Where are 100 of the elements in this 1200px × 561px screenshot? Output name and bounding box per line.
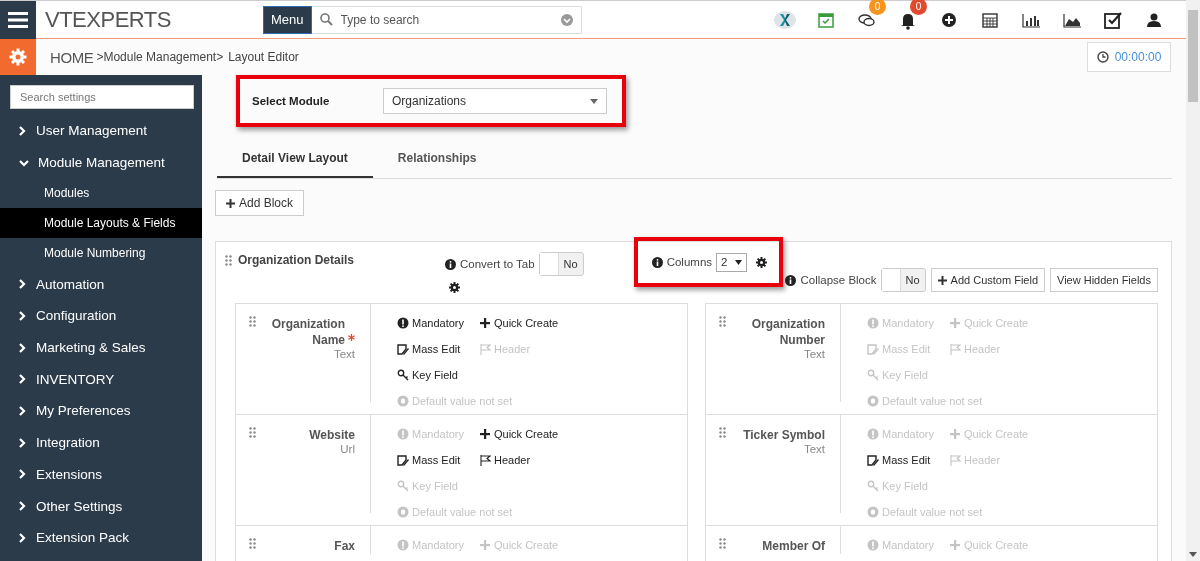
field-option[interactable]: Mass Edit xyxy=(397,336,479,362)
asterisk-icon xyxy=(348,334,355,341)
add-field-button[interactable]: Add Custom Field xyxy=(930,268,1046,292)
breadcrumb-link[interactable]: HOME xyxy=(50,48,94,66)
circle-icon xyxy=(397,395,409,407)
breadcrumb-current: Layout Editor xyxy=(228,50,299,64)
hidden-fields-button[interactable]: View Hidden Fields xyxy=(1050,268,1158,292)
settings-icon[interactable] xyxy=(756,256,768,268)
search-bar[interactable]: Type to search xyxy=(311,5,582,34)
sidebar-item[interactable]: Extension Pack xyxy=(0,521,202,554)
menu-icon xyxy=(8,12,28,28)
settings-icon xyxy=(9,48,27,66)
drag-handle-icon[interactable] xyxy=(249,538,256,549)
plus-icon xyxy=(949,539,961,551)
columns-dropdown[interactable]: 2 xyxy=(716,252,748,272)
timer-button[interactable]: 00:00:00 xyxy=(1087,42,1171,72)
tab[interactable]: Detail View Layout xyxy=(217,140,373,178)
circle-icon xyxy=(397,506,409,518)
field-option[interactable]: Quick Create xyxy=(479,310,609,336)
flag-icon xyxy=(479,343,491,355)
sidebar-item[interactable]: INVENTORY xyxy=(0,363,202,396)
clock-icon xyxy=(1096,51,1109,63)
sidebar-subitem[interactable]: Module Layouts & Fields xyxy=(0,208,202,239)
plus-icon xyxy=(479,428,491,440)
option-label: Collapse Block xyxy=(800,274,877,286)
option-label: Columns xyxy=(666,256,713,268)
sidebar-item[interactable]: User Management xyxy=(0,115,202,147)
field-option[interactable]: Header xyxy=(479,447,609,473)
sidebar-item[interactable]: Configuration xyxy=(0,300,202,332)
field-type: Text xyxy=(803,443,825,455)
module-dropdown[interactable]: Organizations xyxy=(383,88,607,114)
sidebar-item[interactable]: Module Management xyxy=(0,146,202,179)
add-block-button[interactable]: Add Block xyxy=(215,190,305,216)
field-label: Select Module xyxy=(252,95,331,107)
field-option[interactable]: Mass Edit xyxy=(867,447,949,473)
breadcrumb-link[interactable]: >Module Management> xyxy=(96,50,224,64)
info-icon xyxy=(867,428,879,440)
plus-icon xyxy=(937,275,947,285)
circle-icon xyxy=(867,506,879,518)
count-badge: 0 xyxy=(869,0,886,15)
logo: VTEXPERTS xyxy=(45,6,172,33)
field-type: Url xyxy=(340,443,355,455)
sidebar-item[interactable]: Automation xyxy=(0,268,202,301)
info-icon xyxy=(397,317,409,329)
info-icon xyxy=(445,258,456,270)
info-icon xyxy=(651,256,663,268)
flag-icon xyxy=(949,454,961,466)
key-icon xyxy=(867,369,879,381)
info-icon xyxy=(397,539,409,551)
field-type: Text xyxy=(803,348,825,360)
drag-handle-icon[interactable] xyxy=(719,538,726,549)
drag-handle-icon[interactable] xyxy=(719,316,726,327)
field-name: Website xyxy=(309,427,355,443)
sidebar-subitem[interactable]: Module Numbering xyxy=(0,238,202,269)
count-badge: 0 xyxy=(910,0,927,15)
drag-handle-icon[interactable] xyxy=(249,316,256,327)
drag-handle-icon[interactable] xyxy=(225,254,232,266)
caret-icon xyxy=(735,259,743,265)
key-icon xyxy=(397,369,409,381)
edit-icon xyxy=(397,343,409,355)
settings-icon[interactable] xyxy=(449,282,460,293)
sidebar-item[interactable]: Extensions xyxy=(0,458,202,491)
sidebar-item[interactable]: Marketing & Sales xyxy=(0,331,202,364)
field-option[interactable]: Quick Create xyxy=(479,421,609,447)
toggle-switch[interactable]: No xyxy=(538,252,584,276)
flag-icon xyxy=(949,343,961,355)
edit-icon xyxy=(867,343,879,355)
field-name: Member Of xyxy=(762,538,825,554)
block-title: Organization Details xyxy=(238,253,355,267)
info-icon xyxy=(397,428,409,440)
field-name: Ticker Symbol xyxy=(743,427,825,443)
drag-handle-icon[interactable] xyxy=(719,427,726,438)
plus-icon xyxy=(949,317,961,329)
scroll-thumb[interactable] xyxy=(1188,10,1198,102)
plus-icon xyxy=(479,317,491,329)
caret-icon xyxy=(590,98,598,104)
field-option[interactable]: Mass Edit xyxy=(397,447,479,473)
search-field[interactable]: Search settings xyxy=(10,85,194,109)
edit-icon xyxy=(397,454,409,466)
toggle-switch[interactable]: No xyxy=(880,268,926,292)
drag-handle-icon[interactable] xyxy=(249,427,256,438)
field-option[interactable]: Key Field xyxy=(397,362,609,388)
field-option[interactable]: Mandatory xyxy=(397,310,479,336)
circle-icon xyxy=(867,395,879,407)
info-icon xyxy=(785,274,797,286)
scroll-down-icon[interactable] xyxy=(1189,552,1197,557)
search-icon xyxy=(319,13,333,26)
sidebar-item[interactable]: Integration xyxy=(0,426,202,459)
sidebar-item[interactable]: Other Settings xyxy=(0,490,202,522)
field-type: Text xyxy=(333,348,355,360)
menu-toggle-button[interactable] xyxy=(0,1,36,39)
x-logo-icon[interactable] xyxy=(773,9,796,30)
scrollbar[interactable] xyxy=(1186,0,1200,561)
tab[interactable]: Relationships xyxy=(372,140,502,178)
menu-button[interactable]: Menu xyxy=(263,5,312,34)
sidebar-item[interactable]: My Preferences xyxy=(0,395,202,427)
plus-icon xyxy=(479,539,491,551)
chevron-down-icon[interactable] xyxy=(560,13,573,26)
plus-icon xyxy=(949,428,961,440)
sidebar-subitem[interactable]: Modules xyxy=(0,178,202,209)
